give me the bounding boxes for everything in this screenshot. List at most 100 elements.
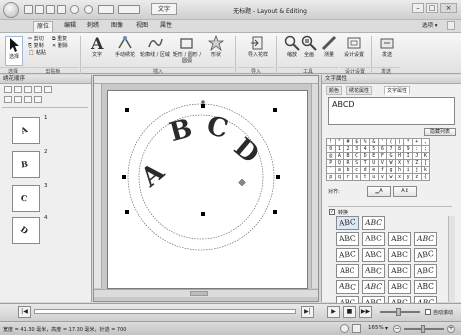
character-cell[interactable]: X xyxy=(394,159,405,167)
character-cell[interactable]: 9 xyxy=(403,145,413,153)
real-view-icon[interactable] xyxy=(352,324,361,333)
design-canvas[interactable]: A B C D xyxy=(107,90,308,289)
tab-view[interactable]: 视图 xyxy=(133,21,151,32)
minimize-button[interactable]: – xyxy=(412,3,424,13)
character-cell[interactable]: s xyxy=(351,173,362,181)
tab-image[interactable]: 图像 xyxy=(108,21,126,32)
canvas-letter-d[interactable]: D xyxy=(228,132,265,169)
rotate-handle[interactable] xyxy=(201,100,205,104)
character-cell[interactable]: A xyxy=(334,152,345,160)
transform-style-option[interactable]: ABC xyxy=(388,248,411,262)
transform-style-option[interactable]: ABC xyxy=(362,264,385,278)
sewing-order-item[interactable]: D xyxy=(12,217,40,244)
stop-button[interactable]: ■ xyxy=(343,306,356,318)
character-cell[interactable]: [ xyxy=(420,159,431,167)
zoom-dropdown-icon[interactable]: ▾ xyxy=(385,325,388,332)
character-cell[interactable]: B xyxy=(343,152,353,160)
character-cell[interactable]: 7 xyxy=(386,145,396,153)
new-icon[interactable] xyxy=(24,5,33,14)
undo-icon[interactable] xyxy=(70,5,79,14)
character-cell[interactable]: d xyxy=(360,166,370,174)
transform-style-option[interactable]: ABC xyxy=(336,232,359,246)
scroll-thumb[interactable] xyxy=(190,291,208,296)
delete-button[interactable]: ✕ 删除 xyxy=(52,43,68,50)
character-cell[interactable]: P xyxy=(326,159,336,167)
align-bottom-button[interactable]: ▁A xyxy=(367,186,391,197)
character-cell[interactable]: & xyxy=(368,138,379,146)
character-cell[interactable]: + xyxy=(411,138,422,146)
character-cell[interactable]: p xyxy=(326,173,336,181)
design-settings-button[interactable]: 设计设置 xyxy=(340,35,368,65)
play-button[interactable]: ▶ xyxy=(327,306,340,318)
order-tool-icon[interactable] xyxy=(14,96,22,103)
redo-icon[interactable] xyxy=(84,5,93,14)
canvas-letter-c[interactable]: C xyxy=(203,111,231,145)
character-cell[interactable]: { xyxy=(420,173,431,181)
send-button[interactable]: 发送 xyxy=(376,35,398,65)
transform-style-option[interactable]: ABC xyxy=(336,280,359,294)
horizontal-scrollbar[interactable] xyxy=(94,289,318,297)
transform-style-option[interactable]: ABC xyxy=(414,280,437,294)
selection-handle[interactable] xyxy=(201,212,205,216)
order-tool-icon[interactable] xyxy=(34,96,42,103)
vertical-scrollbar[interactable] xyxy=(311,84,318,288)
text-button[interactable]: A 文字 xyxy=(86,35,108,65)
order-tool-icon[interactable] xyxy=(24,96,32,103)
transform-style-option[interactable]: ABC xyxy=(388,280,411,294)
character-cell[interactable]: ` xyxy=(326,166,336,174)
transform-style-option[interactable]: ABC xyxy=(414,248,437,262)
character-cell[interactable]: U xyxy=(368,159,379,167)
align-order-button[interactable]: A↕ xyxy=(393,186,417,197)
transform-style-option[interactable]: ABC xyxy=(362,248,385,262)
duplicate-button[interactable]: ⧉ 重复 xyxy=(52,36,68,43)
order-tool-icon[interactable] xyxy=(4,96,12,103)
text-input[interactable]: ABCD xyxy=(328,97,455,125)
selection-handle[interactable] xyxy=(273,108,277,112)
close-button[interactable]: × xyxy=(440,3,457,13)
character-cell[interactable]: @ xyxy=(326,152,336,160)
character-cell[interactable]: " xyxy=(334,138,345,146)
character-cell[interactable]: J xyxy=(411,152,422,160)
character-cell[interactable]: S xyxy=(351,159,362,167)
selection-handle[interactable] xyxy=(273,210,277,214)
step-button[interactable]: ▶▶ xyxy=(359,306,372,318)
selection-handle[interactable] xyxy=(125,108,129,112)
character-cell[interactable]: g xyxy=(386,166,396,174)
auto-scroll-checkbox[interactable] xyxy=(425,309,431,315)
hide-list-button[interactable]: 隐藏列表 xyxy=(424,128,456,136)
character-cell[interactable]: ! xyxy=(326,138,336,146)
character-cell[interactable]: 5 xyxy=(368,145,379,153)
selection-handle[interactable] xyxy=(201,104,205,108)
cut-button[interactable]: ✂ 剪切 xyxy=(28,36,46,43)
character-cell[interactable]: V xyxy=(377,159,388,167)
tab-sew-attributes[interactable]: 绣花属性 xyxy=(346,86,373,95)
character-cell[interactable]: T xyxy=(360,159,370,167)
quick-access-dropdown[interactable] xyxy=(118,5,140,14)
sewing-order-item[interactable]: C xyxy=(12,185,40,212)
character-cell[interactable]: ; xyxy=(420,145,431,153)
save-as-icon[interactable] xyxy=(57,5,66,14)
send-icon[interactable] xyxy=(98,5,114,14)
character-cell[interactable]: # xyxy=(343,138,353,146)
character-cell[interactable]: % xyxy=(360,138,370,146)
options-menu[interactable]: 选项 ▾ xyxy=(422,21,438,29)
import-design-button[interactable]: 导入花样 xyxy=(243,35,273,65)
transform-style-option[interactable]: ABC xyxy=(388,264,411,278)
character-cell[interactable]: 3 xyxy=(351,145,362,153)
character-cell[interactable]: , xyxy=(420,138,431,146)
transform-style-option[interactable]: ABC xyxy=(414,264,437,278)
sewing-order-item[interactable]: B xyxy=(12,151,40,178)
character-cell[interactable]: b xyxy=(343,166,353,174)
character-cell[interactable]: z xyxy=(411,173,422,181)
character-cell[interactable]: j xyxy=(411,166,422,174)
character-cell[interactable]: ' xyxy=(377,138,388,146)
transform-style-option[interactable]: ABC xyxy=(336,216,359,230)
character-cell[interactable]: u xyxy=(368,173,379,181)
character-cell[interactable]: w xyxy=(386,173,396,181)
sewing-order-item[interactable]: A xyxy=(12,117,40,144)
character-cell[interactable]: ) xyxy=(394,138,405,146)
character-cell[interactable]: W xyxy=(386,159,396,167)
character-cell[interactable]: i xyxy=(403,166,413,174)
maximize-button[interactable]: □ xyxy=(426,3,438,13)
selection-handle[interactable] xyxy=(125,210,129,214)
